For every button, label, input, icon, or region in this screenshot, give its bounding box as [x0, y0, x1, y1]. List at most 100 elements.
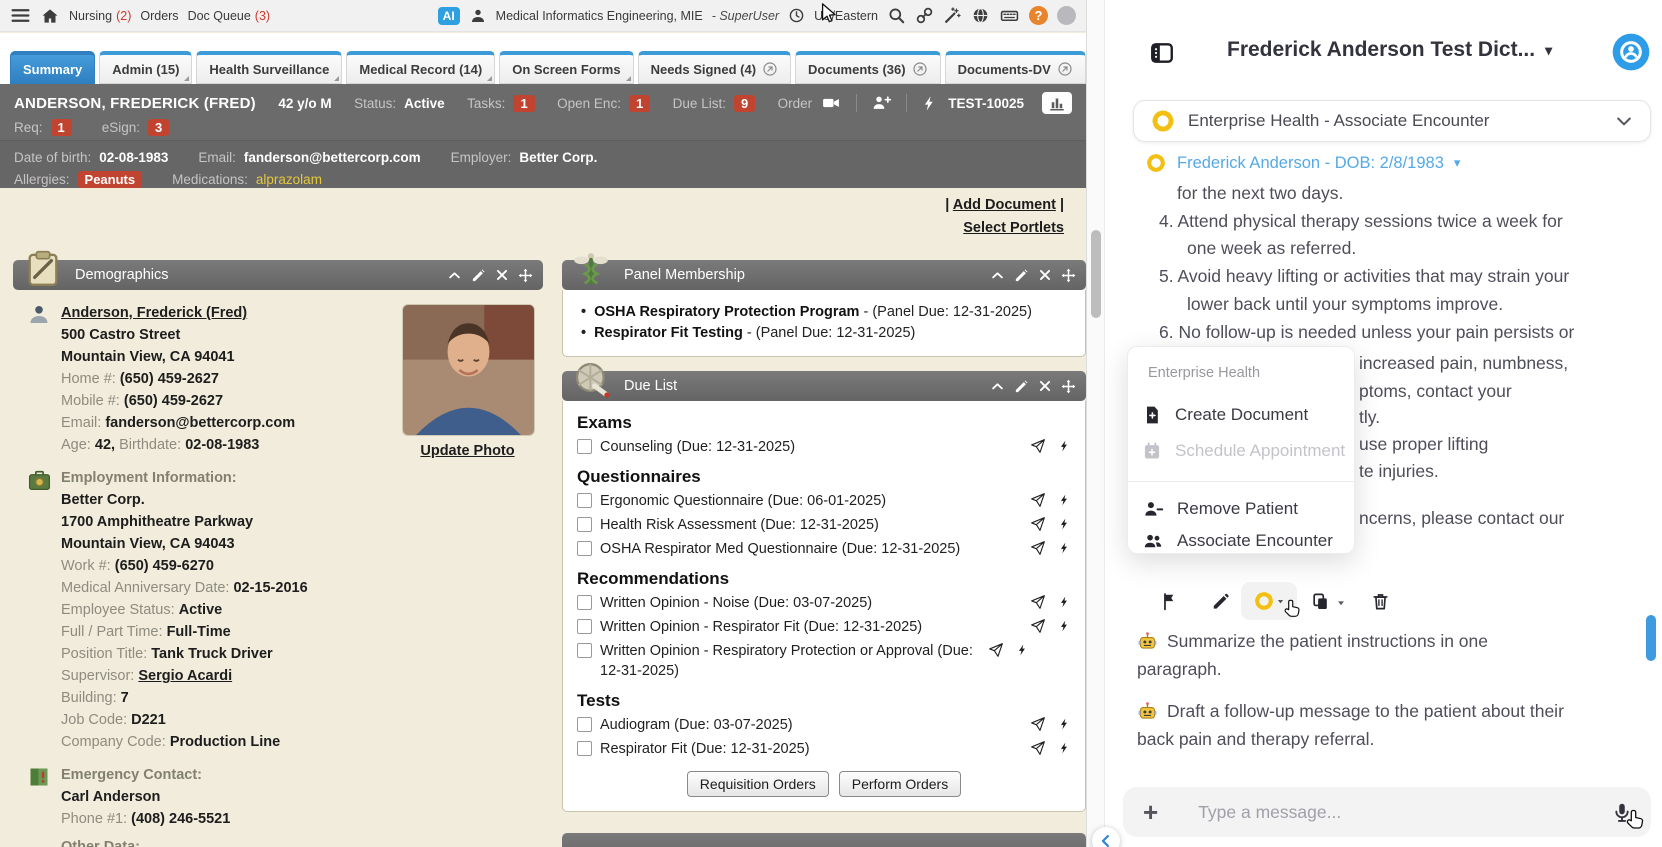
- keyboard-icon[interactable]: [999, 6, 1020, 25]
- enterprise-health-actions-button[interactable]: [1241, 582, 1297, 620]
- patient-stats-button[interactable]: [1042, 92, 1072, 114]
- flag-icon[interactable]: [1161, 592, 1180, 611]
- menu-item-associate-encounter[interactable]: Associate Encounter: [1142, 531, 1333, 551]
- external-link-icon[interactable]: [912, 61, 928, 77]
- patient-context-row[interactable]: Frederick Anderson - DOB: 2/8/1983 ▾: [1145, 152, 1460, 174]
- tasks-count-badge[interactable]: 1: [513, 94, 535, 112]
- perform-order-icon[interactable]: [1058, 438, 1071, 454]
- globe-icon[interactable]: [971, 6, 990, 25]
- assistant-avatar[interactable]: [1611, 32, 1651, 72]
- collapse-icon[interactable]: [990, 379, 1005, 394]
- due-item-checkbox[interactable]: [577, 517, 592, 532]
- panel-membership-header[interactable]: Panel Membership: [562, 260, 1086, 290]
- panel-toggle-icon[interactable]: [1149, 40, 1175, 66]
- update-photo-link[interactable]: Update Photo: [420, 440, 514, 462]
- edit-icon[interactable]: [1014, 268, 1029, 283]
- external-link-icon[interactable]: [762, 61, 778, 77]
- close-icon[interactable]: [1038, 379, 1052, 393]
- nav-item-doc-queue[interactable]: Doc Queue (3): [188, 9, 271, 23]
- microphone-icon[interactable]: [1611, 801, 1633, 824]
- due-item-checkbox[interactable]: [577, 741, 592, 756]
- perform-order-icon[interactable]: [1058, 540, 1071, 556]
- due-item-checkbox[interactable]: [577, 595, 592, 610]
- quick-action-bolt-icon[interactable]: [921, 94, 938, 113]
- edit-icon[interactable]: [1014, 379, 1029, 394]
- suggestion-prompt[interactable]: Summarize the patient instructions in on…: [1167, 628, 1488, 655]
- collapse-icon[interactable]: [447, 268, 462, 283]
- due-item-checkbox[interactable]: [577, 493, 592, 508]
- tab-on-screen-forms[interactable]: On Screen Forms: [499, 51, 634, 84]
- menu-item-remove-patient[interactable]: Remove Patient: [1142, 499, 1298, 519]
- main-scrollbar[interactable]: [1086, 0, 1104, 847]
- message-input[interactable]: [1172, 800, 1597, 824]
- assistant-scrollbar-thumb[interactable]: [1646, 615, 1656, 661]
- tab-documents[interactable]: Documents (36): [795, 51, 941, 84]
- link-icon[interactable]: [915, 6, 934, 25]
- send-order-icon[interactable]: [1030, 438, 1046, 454]
- tab-needs-signed[interactable]: Needs Signed (4): [637, 51, 792, 84]
- close-icon[interactable]: [495, 268, 509, 282]
- tab-health-surveillance[interactable]: Health Surveillance: [196, 51, 343, 84]
- due-list-header[interactable]: Due List: [562, 371, 1086, 401]
- open-enc-count-badge[interactable]: 1: [628, 94, 651, 112]
- send-order-icon[interactable]: [1030, 516, 1046, 532]
- perform-order-icon[interactable]: [1016, 642, 1029, 658]
- send-order-icon[interactable]: [988, 642, 1004, 658]
- perform-order-icon[interactable]: [1058, 716, 1071, 732]
- due-list-count-badge[interactable]: 9: [733, 94, 756, 112]
- external-link-icon[interactable]: [1057, 61, 1073, 77]
- due-item-checkbox[interactable]: [577, 717, 592, 732]
- due-item-checkbox[interactable]: [577, 619, 592, 634]
- menu-item-create-document[interactable]: Create Document: [1142, 405, 1308, 425]
- next-portlet-header[interactable]: [562, 833, 1086, 847]
- wand-icon[interactable]: [943, 6, 962, 25]
- send-order-icon[interactable]: [1030, 740, 1046, 756]
- search-icon[interactable]: [887, 6, 906, 25]
- suggestion-prompt[interactable]: paragraph.: [1137, 656, 1222, 683]
- perform-order-icon[interactable]: [1058, 492, 1071, 508]
- patient-name-link[interactable]: Anderson, Frederick (Fred): [61, 305, 247, 321]
- esign-count-badge[interactable]: 3: [148, 118, 170, 136]
- perform-order-icon[interactable]: [1058, 516, 1071, 532]
- edit-icon[interactable]: [471, 268, 486, 283]
- patient-name[interactable]: ANDERSON, FREDERICK (FRED): [14, 95, 256, 112]
- supervisor-link[interactable]: Sergio Acardi: [138, 668, 232, 684]
- hamburger-menu-icon[interactable]: [10, 5, 31, 26]
- perform-order-icon[interactable]: [1058, 740, 1071, 756]
- conversation-title[interactable]: Frederick Anderson Test Dict... ▾: [1227, 38, 1552, 62]
- send-order-icon[interactable]: [1030, 540, 1046, 556]
- medication-value[interactable]: alprazolam: [256, 172, 322, 187]
- encounter-select[interactable]: Enterprise Health - Associate Encounter: [1133, 100, 1651, 142]
- edit-message-icon[interactable]: [1211, 592, 1230, 611]
- perform-order-icon[interactable]: [1058, 594, 1071, 610]
- ai-badge[interactable]: AI: [437, 6, 460, 25]
- allergy-badge[interactable]: Peanuts: [77, 170, 143, 188]
- send-order-icon[interactable]: [1030, 594, 1046, 610]
- order-label[interactable]: Order: [778, 96, 813, 111]
- close-icon[interactable]: [1038, 268, 1052, 282]
- delete-icon[interactable]: [1371, 592, 1390, 611]
- home-icon[interactable]: [40, 6, 60, 26]
- send-order-icon[interactable]: [1030, 492, 1046, 508]
- move-icon[interactable]: [1061, 379, 1076, 394]
- patient-context-link[interactable]: Frederick Anderson - DOB: 2/8/1983: [1177, 154, 1444, 173]
- collapse-panel-button[interactable]: [1092, 827, 1120, 847]
- nav-item-nursing[interactable]: Nursing (2): [69, 9, 131, 23]
- add-patient-icon[interactable]: [871, 93, 892, 113]
- move-icon[interactable]: [518, 268, 533, 283]
- demographics-header[interactable]: Demographics: [13, 260, 543, 290]
- suggestion-prompt[interactable]: back pain and therapy referral.: [1137, 726, 1374, 753]
- tab-medical-record[interactable]: Medical Record (14): [346, 51, 496, 84]
- clock-icon[interactable]: [788, 7, 805, 24]
- tab-documents-dv[interactable]: Documents-DV: [944, 51, 1086, 84]
- req-count-badge[interactable]: 1: [50, 118, 72, 136]
- profile-circle-icon[interactable]: [1057, 6, 1076, 25]
- send-order-icon[interactable]: [1030, 618, 1046, 634]
- copy-icon[interactable]: [1311, 592, 1330, 611]
- tab-admin[interactable]: Admin (15): [99, 51, 193, 84]
- due-item-checkbox[interactable]: [577, 541, 592, 556]
- video-visit-icon[interactable]: [820, 93, 842, 113]
- select-portlets-link[interactable]: Select Portlets: [963, 220, 1064, 236]
- move-icon[interactable]: [1061, 268, 1076, 283]
- perform-orders-button[interactable]: Perform Orders: [838, 771, 962, 797]
